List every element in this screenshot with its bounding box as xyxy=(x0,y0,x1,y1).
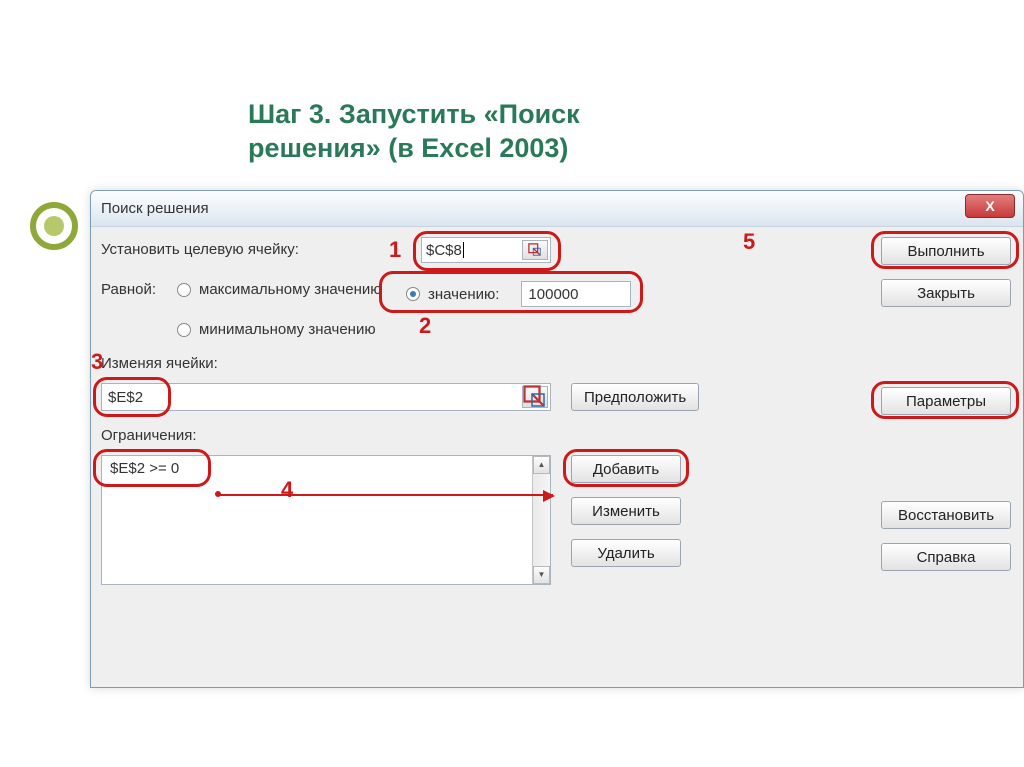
bullet-decoration xyxy=(30,202,78,250)
solve-button[interactable]: Выполнить xyxy=(881,237,1011,265)
constraints-listbox[interactable]: $E$2 >= 0 ▲ ▼ xyxy=(101,455,551,585)
annotation-number-3: 3 xyxy=(91,349,103,375)
radio-value[interactable] xyxy=(406,287,420,301)
dialog-wrapper: Поиск решения X Установить целевую ячейк… xyxy=(90,190,1024,688)
solver-dialog: Поиск решения X Установить целевую ячейк… xyxy=(90,190,1024,688)
changing-cells-input[interactable]: $E$2 xyxy=(101,383,551,411)
delete-constraint-button[interactable]: Удалить xyxy=(571,539,681,567)
annotation-arrow-4 xyxy=(219,494,553,496)
target-cell-value: $C$8 xyxy=(426,242,462,259)
equal-label: Равной: xyxy=(101,281,156,298)
edit-constraint-button[interactable]: Изменить xyxy=(571,497,681,525)
annotation-number-2: 2 xyxy=(419,313,431,339)
changing-cells-value: $E$2 xyxy=(108,389,143,406)
options-button[interactable]: Параметры xyxy=(881,387,1011,415)
annotation-number-1: 1 xyxy=(389,237,401,263)
range-picker-icon[interactable] xyxy=(522,240,548,260)
scroll-down-icon[interactable]: ▼ xyxy=(533,566,550,584)
scroll-up-icon[interactable]: ▲ xyxy=(533,456,550,474)
guess-button[interactable]: Предположить xyxy=(571,383,699,411)
heading-line-2: решения» (в Excel 2003) xyxy=(248,133,568,163)
listbox-scrollbar[interactable]: ▲ ▼ xyxy=(532,456,550,584)
reset-button[interactable]: Восстановить xyxy=(881,501,1011,529)
radio-min-label: минимальному значению xyxy=(199,321,376,338)
target-cell-input[interactable]: $C$8 xyxy=(421,237,551,263)
text-cursor xyxy=(463,242,464,258)
value-input-text: 100000 xyxy=(528,286,578,303)
close-icon: X xyxy=(985,198,994,214)
annotation-number-5: 5 xyxy=(743,229,755,255)
help-button[interactable]: Справка xyxy=(881,543,1011,571)
window-close-button[interactable]: X xyxy=(965,194,1015,218)
close-button[interactable]: Закрыть xyxy=(881,279,1011,307)
radio-max[interactable] xyxy=(177,283,191,297)
titlebar: Поиск решения xyxy=(91,191,1023,227)
dialog-title: Поиск решения xyxy=(101,200,209,217)
heading-line-1: Шаг 3. Запустить «Поиск xyxy=(248,99,580,129)
range-picker-icon[interactable] xyxy=(522,386,548,408)
add-constraint-button[interactable]: Добавить xyxy=(571,455,681,483)
annotation-number-4: 4 xyxy=(281,477,293,503)
slide-heading: Шаг 3. Запустить «Поиск решения» (в Exce… xyxy=(248,98,580,166)
radio-min[interactable] xyxy=(177,323,191,337)
constraints-label: Ограничения: xyxy=(101,427,197,444)
value-input[interactable]: 100000 xyxy=(521,281,631,307)
target-cell-label: Установить целевую ячейку: xyxy=(101,241,299,258)
constraint-item[interactable]: $E$2 >= 0 xyxy=(102,456,550,481)
radio-value-label: значению: xyxy=(428,286,499,303)
radio-max-label: максимальному значению xyxy=(199,281,382,298)
changing-cells-label: Изменяя ячейки: xyxy=(101,355,218,372)
